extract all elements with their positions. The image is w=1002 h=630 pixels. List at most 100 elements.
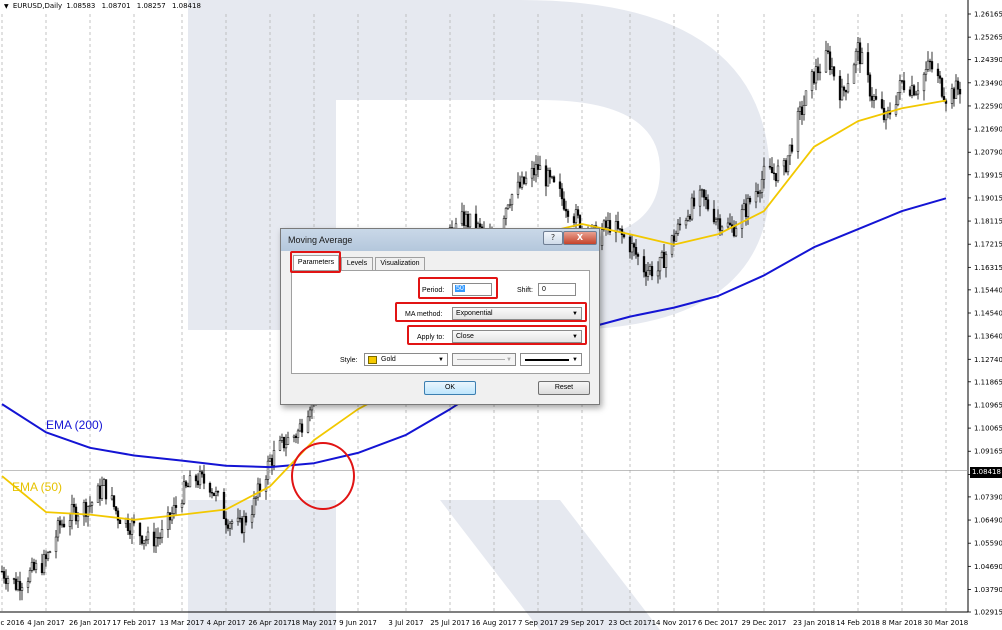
candle-body — [140, 535, 144, 544]
candle-body — [558, 181, 562, 189]
candle-body — [506, 204, 510, 209]
x-tick-label: 14 Nov 2017 — [652, 619, 697, 627]
candle-body — [240, 518, 244, 533]
candle-body — [70, 504, 74, 521]
y-tick-label: 1.15440 — [974, 286, 1002, 294]
candle-body — [98, 485, 102, 499]
candle-body — [158, 537, 162, 539]
candle-body — [258, 483, 262, 492]
x-tick-label: 8 Mar 2018 — [882, 619, 922, 627]
candle-body — [238, 517, 242, 520]
shift-input[interactable]: 0 — [538, 283, 576, 296]
ema50-label: EMA (50) — [12, 480, 63, 494]
candle-body — [298, 423, 302, 432]
y-tick-label: 1.16315 — [974, 264, 1002, 272]
x-tick-label: 13 Dec 2016 — [0, 619, 25, 627]
candle-body — [4, 578, 8, 584]
candle-body — [656, 270, 660, 277]
candle-body — [532, 167, 536, 176]
candle-body — [646, 270, 650, 277]
candle-body — [954, 80, 958, 99]
candle-body — [306, 416, 310, 433]
candle-body — [746, 197, 750, 218]
candle-body — [222, 492, 226, 519]
candle-body — [566, 210, 570, 217]
candle-body — [54, 536, 58, 552]
highlight-ma-method — [395, 302, 587, 322]
ohlc-close: 1.08418 — [171, 2, 201, 10]
x-tick-label: 14 Feb 2018 — [836, 619, 880, 627]
candle-body — [58, 520, 62, 526]
line-width-select[interactable]: ▼ — [520, 353, 582, 366]
help-button[interactable]: ? — [543, 231, 563, 245]
x-tick-label: 17 Feb 2017 — [112, 619, 156, 627]
candle-body — [854, 50, 858, 66]
candle-body — [72, 504, 76, 508]
dialog-titlebar[interactable]: Moving Average ? X — [281, 229, 599, 251]
tab-levels[interactable]: Levels — [341, 257, 373, 270]
candle-body — [784, 160, 788, 173]
crossover-highlight-circle — [291, 442, 355, 510]
candle-body — [852, 64, 856, 84]
candle-body — [28, 570, 32, 582]
x-tick-label: 4 Jan 2017 — [27, 619, 65, 627]
reset-button[interactable]: Reset — [538, 381, 590, 395]
candle-body — [748, 197, 752, 203]
candle-body — [68, 520, 72, 527]
candle-body — [622, 234, 626, 238]
line-width-preview — [525, 359, 569, 361]
candle-body — [606, 220, 610, 228]
candle-body — [250, 514, 254, 523]
candle-body — [796, 111, 800, 152]
candle-body — [870, 95, 874, 101]
candle-body — [186, 485, 190, 488]
candle-body — [170, 513, 174, 521]
candle-body — [516, 181, 520, 195]
candle-body — [950, 88, 954, 104]
y-tick-label: 1.19915 — [974, 171, 1002, 179]
candle-body — [44, 554, 48, 560]
candle-body — [522, 176, 526, 184]
candle-body — [910, 85, 914, 96]
candle-body — [706, 199, 710, 210]
candle-body — [922, 73, 926, 92]
candle-body — [744, 203, 748, 218]
ema200-label: EMA (200) — [46, 418, 103, 432]
tab-visualization[interactable]: Visualization — [375, 257, 425, 270]
candle-body — [284, 444, 288, 449]
line-style-select[interactable]: ▼ — [452, 353, 516, 366]
candle-body — [508, 204, 512, 206]
candle-body — [818, 71, 822, 74]
candle-body — [90, 502, 94, 506]
candle-body — [548, 170, 552, 178]
candle-body — [802, 105, 806, 115]
y-tick-label: 1.25265 — [974, 34, 1002, 42]
ok-button[interactable]: OK — [424, 381, 476, 395]
color-swatch — [368, 356, 377, 364]
y-tick-label: 1.17215 — [974, 241, 1002, 249]
candle-body — [868, 74, 872, 97]
candle-body — [552, 176, 556, 183]
candle-body — [880, 99, 884, 109]
candle-body — [714, 219, 718, 223]
y-tick-label: 1.07390 — [974, 493, 1002, 501]
candle-body — [672, 235, 676, 242]
candle-body — [88, 505, 92, 507]
candle-body — [860, 52, 864, 65]
candle-body — [524, 177, 528, 184]
color-select[interactable]: Gold ▼ — [364, 353, 448, 366]
candle-body — [48, 551, 52, 553]
dropdown-arrow-icon[interactable]: ▼ — [4, 3, 9, 10]
candle-body — [18, 581, 22, 591]
candle-body — [212, 492, 216, 496]
candle-body — [154, 537, 158, 547]
close-button[interactable]: X — [563, 231, 597, 245]
candle-body — [690, 197, 694, 220]
candle-body — [60, 523, 64, 526]
candle-body — [282, 436, 286, 449]
candle-body — [202, 473, 206, 484]
candle-body — [296, 430, 300, 438]
candle-body — [188, 475, 192, 488]
candle-body — [308, 409, 312, 418]
candle-body — [642, 256, 646, 273]
